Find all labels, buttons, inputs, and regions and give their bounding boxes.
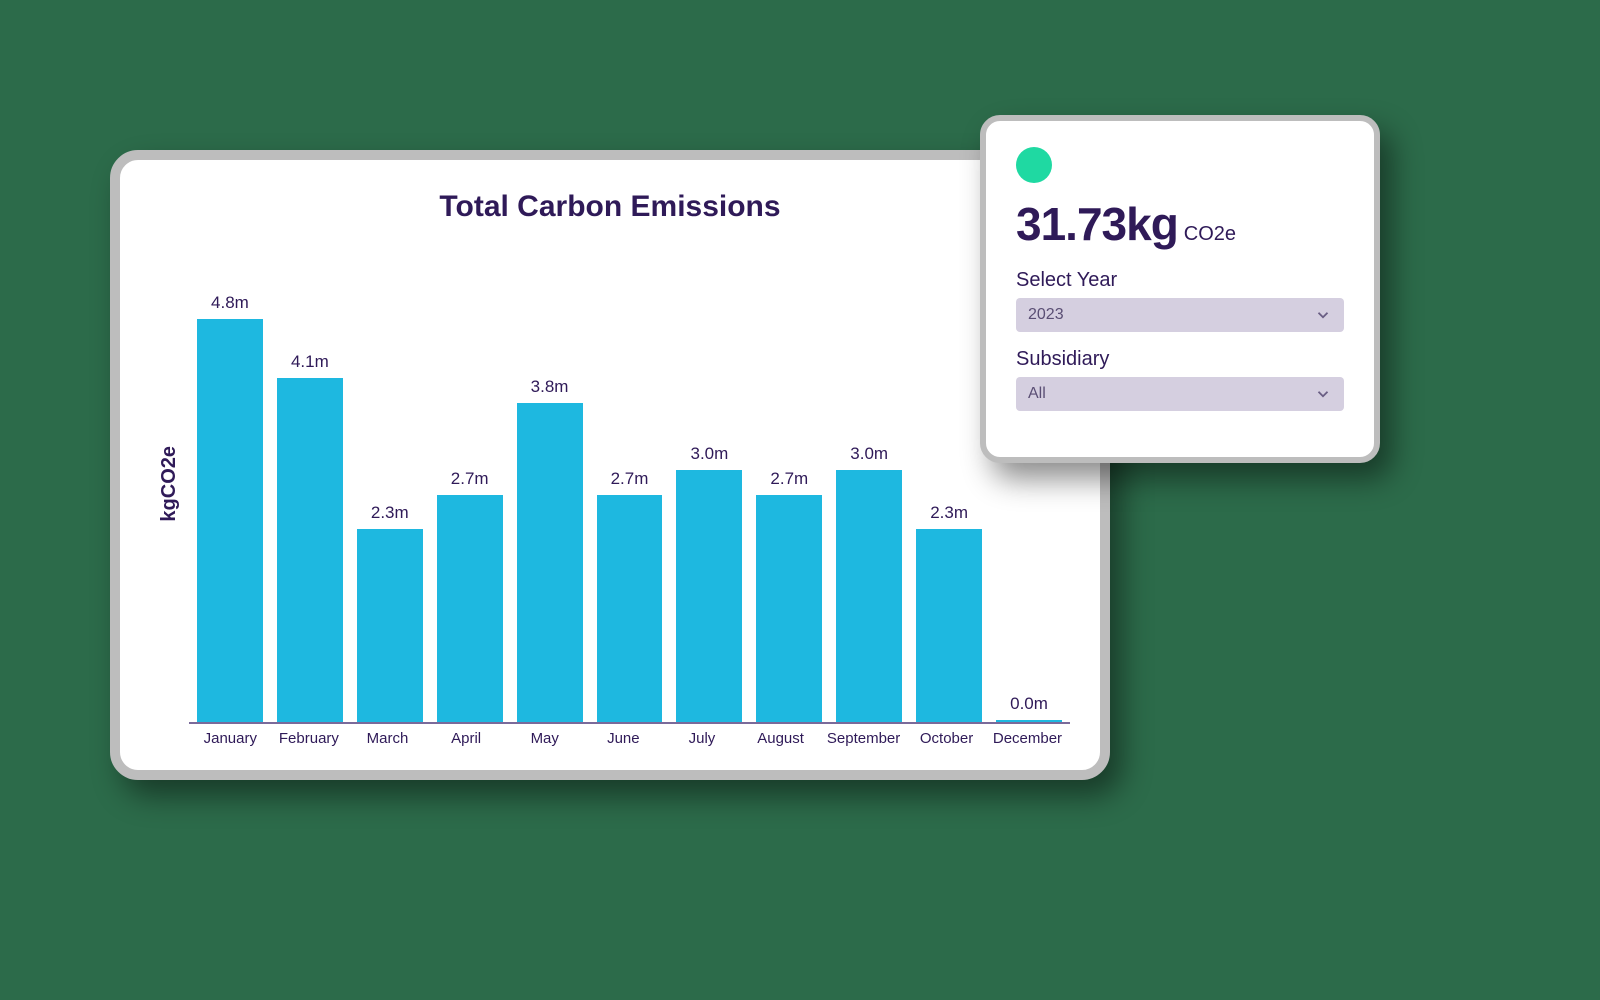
chart-plot-area: kgCO2e 4.8m 4.1m 2.3m 2.7m 3.8m 2.7m 3.0m 2.7m 3… bbox=[150, 244, 1070, 724]
subsidiary-select-value: All bbox=[1028, 385, 1046, 403]
year-label: Select Year bbox=[1016, 269, 1344, 292]
x-tick-label: May bbox=[512, 730, 577, 747]
y-axis-label: kgCO2e bbox=[150, 446, 189, 522]
total-value: 31.73kg bbox=[1016, 197, 1178, 251]
bar-slot: 4.1m bbox=[277, 244, 343, 722]
bar-slot: 2.7m bbox=[756, 244, 822, 722]
bar bbox=[517, 403, 583, 722]
x-tick-label: March bbox=[355, 730, 420, 747]
x-tick-label: June bbox=[591, 730, 656, 747]
year-select[interactable]: 2023 bbox=[1016, 298, 1344, 332]
bar-value-label: 4.8m bbox=[211, 293, 249, 313]
chevron-down-icon bbox=[1314, 385, 1332, 403]
bar-value-label: 3.8m bbox=[531, 377, 569, 397]
bar-value-label: 0.0m bbox=[1010, 694, 1048, 714]
bar-slot: 3.0m bbox=[836, 244, 902, 722]
bar-value-label: 2.7m bbox=[451, 469, 489, 489]
x-tick-label: April bbox=[434, 730, 499, 747]
bar-slot: 2.7m bbox=[437, 244, 503, 722]
bar-value-label: 2.3m bbox=[371, 503, 409, 523]
bar bbox=[357, 529, 423, 722]
x-tick-label: July bbox=[670, 730, 735, 747]
bar-value-label: 2.7m bbox=[611, 469, 649, 489]
x-tick-label: February bbox=[277, 730, 342, 747]
summary-panel: 31.73kg CO2e Select Year 2023 Subsidiary… bbox=[980, 115, 1380, 463]
chart-title: Total Carbon Emissions bbox=[150, 190, 1070, 224]
subsidiary-label: Subsidiary bbox=[1016, 348, 1344, 371]
x-tick-label: December bbox=[993, 730, 1062, 747]
x-axis-labels: January February March April May June July Augu… bbox=[190, 724, 1070, 747]
year-field: Select Year 2023 bbox=[1016, 269, 1344, 332]
bar bbox=[197, 319, 263, 722]
bar bbox=[996, 720, 1062, 722]
bar-slot: 3.8m bbox=[517, 244, 583, 722]
emissions-chart-card: Total Carbon Emissions kgCO2e 4.8m 4.1m 2.… bbox=[110, 150, 1110, 780]
bar-slot: 3.0m bbox=[676, 244, 742, 722]
x-tick-label: August bbox=[748, 730, 813, 747]
bar-slot: 2.7m bbox=[597, 244, 663, 722]
bar bbox=[437, 495, 503, 722]
bar-value-label: 3.0m bbox=[690, 444, 728, 464]
bar bbox=[916, 529, 982, 722]
bar-value-label: 2.7m bbox=[770, 469, 808, 489]
chevron-down-icon bbox=[1314, 306, 1332, 324]
total-unit: CO2e bbox=[1184, 223, 1236, 246]
subsidiary-select[interactable]: All bbox=[1016, 377, 1344, 411]
bar bbox=[756, 495, 822, 722]
bars-region: 4.8m 4.1m 2.3m 2.7m 3.8m 2.7m 3.0m 2.7m 3.0m 2.3m… bbox=[189, 244, 1070, 724]
x-tick-label: September bbox=[827, 730, 900, 747]
bar bbox=[836, 470, 902, 722]
bar-slot: 4.8m bbox=[197, 244, 263, 722]
bar-value-label: 4.1m bbox=[291, 352, 329, 372]
x-tick-label: January bbox=[198, 730, 263, 747]
bar bbox=[277, 378, 343, 722]
bar bbox=[676, 470, 742, 722]
x-tick-label: October bbox=[914, 730, 979, 747]
bar-value-label: 3.0m bbox=[850, 444, 888, 464]
bar bbox=[597, 495, 663, 722]
bar-slot: 2.3m bbox=[916, 244, 982, 722]
subsidiary-field: Subsidiary All bbox=[1016, 348, 1344, 411]
bar-slot: 2.3m bbox=[357, 244, 423, 722]
bar-value-label: 2.3m bbox=[930, 503, 968, 523]
status-dot-icon bbox=[1016, 147, 1052, 183]
year-select-value: 2023 bbox=[1028, 306, 1064, 324]
total-emissions: 31.73kg CO2e bbox=[1016, 197, 1344, 251]
